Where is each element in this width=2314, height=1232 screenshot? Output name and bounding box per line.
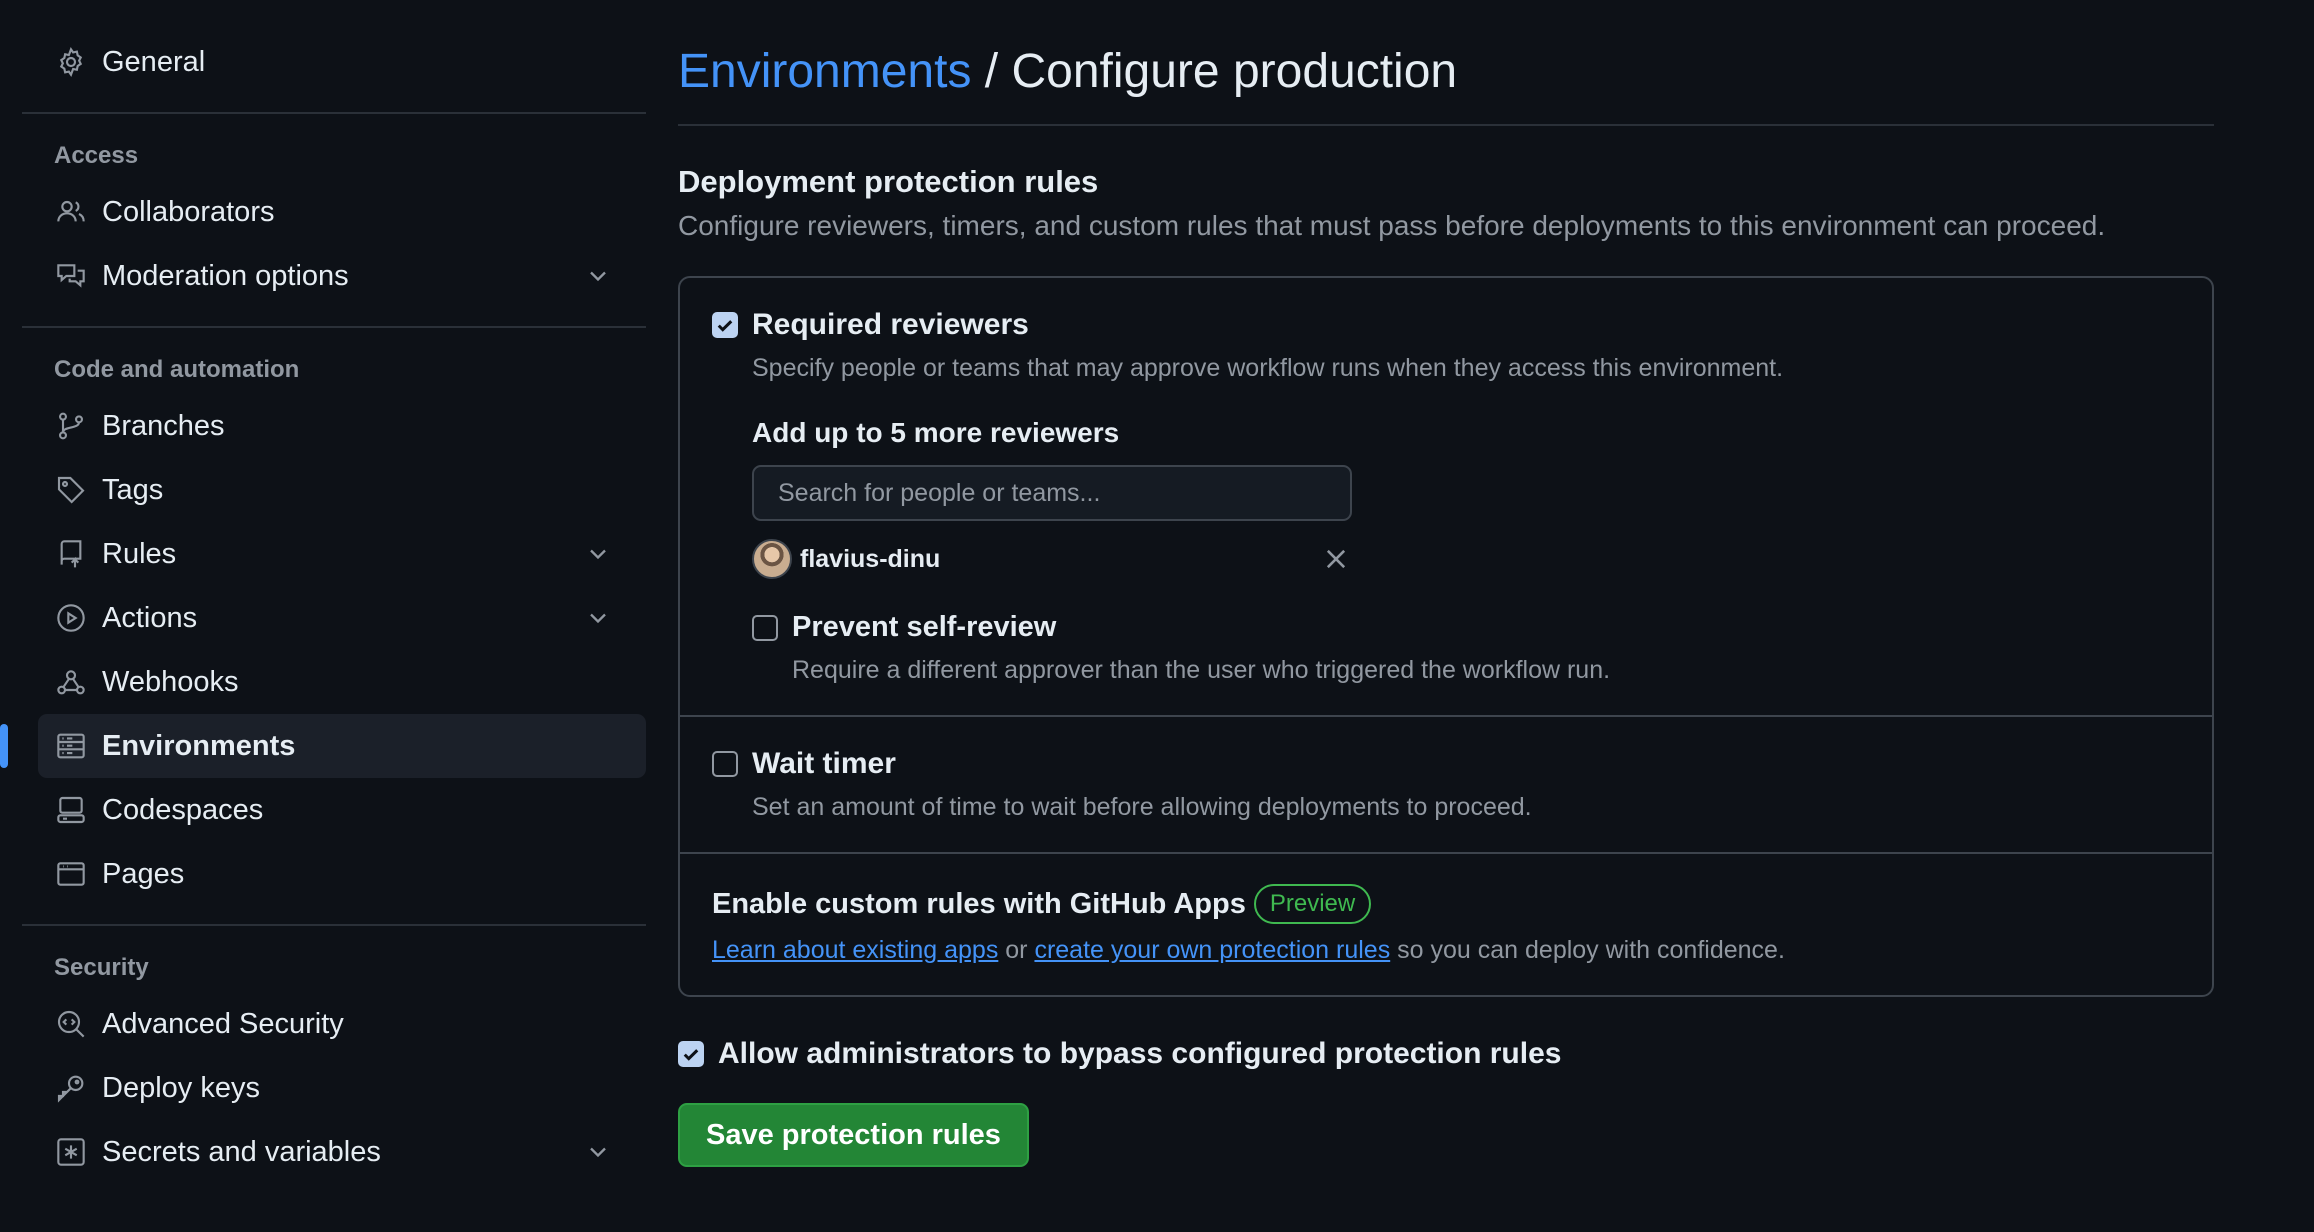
reviewer-item: flavius-dinu — [752, 539, 1352, 579]
bypass-label[interactable]: Allow administrators to bypass configure… — [718, 1037, 1561, 1071]
sidebar-item-branches[interactable]: Branches — [22, 394, 646, 458]
add-reviewers-title: Add up to 5 more reviewers — [752, 417, 1120, 448]
custom-rules-tail-text: so you can deploy with confidence. — [1390, 936, 1785, 964]
comment-discussion-icon — [54, 259, 88, 293]
gear-icon — [54, 45, 88, 79]
reviewer-search-input[interactable] — [752, 465, 1352, 521]
required-reviewers-section: Required reviewers Specify people or tea… — [680, 278, 2212, 717]
sidebar-divider — [22, 924, 646, 926]
section-description: Configure reviewers, timers, and custom … — [678, 210, 2106, 241]
save-protection-rules-button[interactable]: Save protection rules — [678, 1103, 1029, 1167]
settings-sidebar: General Access Collaborators Moderation … — [0, 30, 646, 1184]
bypass-checkbox[interactable] — [678, 1041, 704, 1067]
sidebar-divider — [22, 326, 646, 328]
webhook-icon — [54, 665, 88, 699]
prevent-self-review-checkbox[interactable] — [752, 614, 778, 641]
wait-timer-label[interactable]: Wait timer — [752, 747, 896, 781]
custom-rules-title: Enable custom rules with GitHub Apps — [712, 887, 1246, 920]
close-icon — [1326, 549, 1346, 569]
chevron-down-icon[interactable] — [584, 540, 612, 568]
sidebar-item-label: Actions — [102, 601, 198, 634]
reviewers-area: Add up to 5 more reviewers flavius-dinu … — [752, 417, 2180, 685]
chevron-down-icon[interactable] — [584, 604, 612, 632]
check-icon — [683, 1049, 699, 1061]
chevron-down-icon[interactable] — [584, 1138, 612, 1166]
sidebar-item-codespaces[interactable]: Codespaces — [22, 778, 646, 842]
sidebar-item-label: Deploy keys — [102, 1071, 260, 1104]
sidebar-divider — [22, 112, 646, 114]
key-asterisk-icon — [54, 1135, 88, 1169]
sidebar-item-label: Webhooks — [102, 665, 239, 698]
required-reviewers-description: Specify people or teams that may approve… — [752, 354, 1784, 382]
sidebar-item-label: Environments — [102, 729, 296, 762]
sidebar-item-environments[interactable]: Environments — [0, 714, 646, 778]
prevent-self-review-label[interactable]: Prevent self-review — [792, 611, 1056, 644]
custom-rules-section: Enable custom rules with GitHub Apps Pre… — [680, 854, 2212, 995]
wait-timer-checkbox[interactable] — [712, 751, 738, 777]
play-icon — [54, 601, 88, 635]
server-icon — [54, 729, 88, 763]
sidebar-item-label: Advanced Security — [102, 1007, 344, 1040]
sidebar-item-label: Collaborators — [102, 195, 275, 228]
sidebar-item-label: General — [102, 45, 206, 78]
tag-icon — [54, 473, 88, 507]
key-icon — [54, 1071, 88, 1105]
codescan-icon — [54, 1007, 88, 1041]
wait-timer-description: Set an amount of time to wait before all… — [752, 793, 1532, 821]
custom-rules-mid-text: or — [998, 936, 1035, 964]
wait-timer-section: Wait timer Set an amount of time to wait… — [680, 717, 2212, 854]
codespaces-icon — [54, 793, 88, 827]
sidebar-item-pages[interactable]: Pages — [22, 842, 646, 906]
section-title: Deployment protection rules — [678, 164, 1099, 199]
browser-icon — [54, 857, 88, 891]
sidebar-item-label: Codespaces — [102, 793, 264, 826]
sidebar-heading-security: Security — [54, 954, 149, 981]
required-reviewers-label[interactable]: Required reviewers — [752, 308, 1029, 342]
sidebar-heading-code-automation: Code and automation — [54, 356, 300, 383]
sidebar-item-rules[interactable]: Rules — [22, 522, 646, 586]
sidebar-item-tags[interactable]: Tags — [22, 458, 646, 522]
sidebar-item-actions[interactable]: Actions — [22, 586, 646, 650]
sidebar-item-general[interactable]: General — [22, 30, 646, 94]
learn-existing-apps-link[interactable]: Learn about existing apps — [712, 936, 998, 964]
sidebar-item-label: Pages — [102, 857, 185, 890]
sidebar-item-moderation-options[interactable]: Moderation options — [22, 244, 646, 308]
sidebar-item-deploy-keys[interactable]: Deploy keys — [22, 1056, 646, 1120]
protection-rules-box: Required reviewers Specify people or tea… — [678, 276, 2214, 997]
sidebar-item-webhooks[interactable]: Webhooks — [22, 650, 646, 714]
preview-badge: Preview — [1253, 884, 1372, 924]
check-icon — [717, 320, 733, 332]
breadcrumb-environments-link[interactable]: Environments — [678, 45, 971, 98]
create-protection-rules-link[interactable]: create your own protection rules — [1034, 936, 1390, 964]
sidebar-item-collaborators[interactable]: Collaborators — [22, 180, 646, 244]
page-title: Environments / Configure production — [678, 40, 2214, 126]
required-reviewers-checkbox[interactable] — [712, 312, 738, 338]
sidebar-item-label: Branches — [102, 409, 225, 442]
page-title-text: / Configure production — [971, 45, 1458, 98]
sidebar-item-label: Secrets and variables — [102, 1135, 381, 1168]
repo-push-icon — [54, 537, 88, 571]
sidebar-heading-access: Access — [54, 142, 139, 169]
sidebar-item-advanced-security[interactable]: Advanced Security — [22, 992, 646, 1056]
people-icon — [54, 195, 88, 229]
prevent-self-review-description: Require a different approver than the us… — [792, 656, 1611, 684]
reviewer-name: flavius-dinu — [800, 544, 941, 573]
sidebar-item-label: Tags — [102, 473, 164, 506]
avatar — [752, 539, 792, 579]
custom-rules-description: Learn about existing apps or create your… — [712, 936, 2180, 965]
sidebar-item-label: Moderation options — [102, 259, 349, 292]
git-branch-icon — [54, 409, 88, 443]
chevron-down-icon[interactable] — [584, 262, 612, 290]
main-content: Environments / Configure production Depl… — [678, 40, 2214, 1167]
sidebar-item-label: Rules — [102, 537, 177, 570]
remove-reviewer-button[interactable] — [1320, 543, 1352, 575]
sidebar-item-secrets-and-variables[interactable]: Secrets and variables — [22, 1120, 646, 1184]
